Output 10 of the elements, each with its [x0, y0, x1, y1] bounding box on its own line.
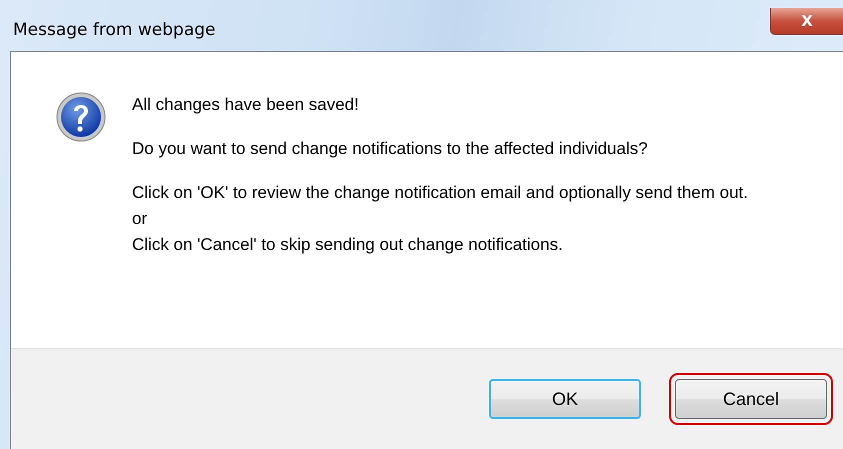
message-text: Click on 'OK' to review the change notification email and optionally send them out.: [132, 182, 750, 204]
question-icon: [56, 92, 106, 142]
message-text: Click on 'Cancel' to skip sending out change notifications.: [132, 234, 564, 256]
window-title: Message from webpage: [13, 20, 216, 40]
message-text: All changes have been saved!: [132, 94, 360, 116]
dialog-button[interactable]: Cancel: [675, 379, 827, 419]
close-button[interactable]: X: [770, 8, 843, 35]
message-text: or: [132, 208, 148, 230]
message-text: Do you want to send change notifications to the affected individuals?: [132, 138, 649, 160]
dialog-button[interactable]: OK: [489, 379, 641, 419]
